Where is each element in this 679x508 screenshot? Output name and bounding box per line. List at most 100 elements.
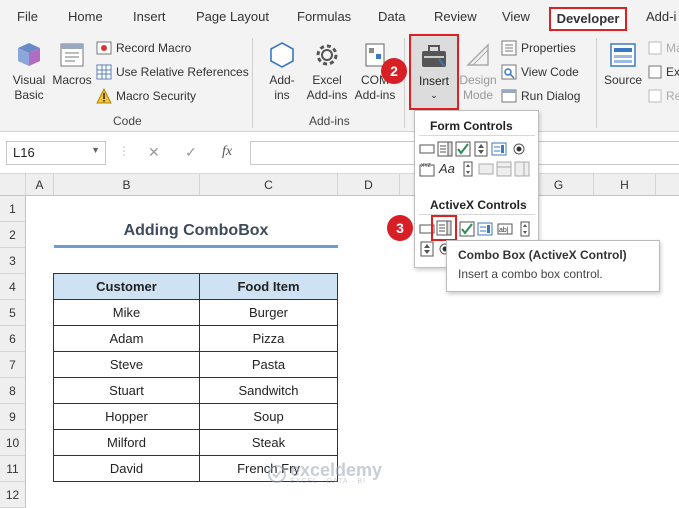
tab-addins[interactable]: Add-i bbox=[646, 9, 676, 24]
food-item-cell[interactable]: Pasta bbox=[199, 351, 338, 378]
tab-view[interactable]: View bbox=[502, 9, 530, 24]
excel-addins-label-2: Add-ins bbox=[306, 88, 348, 102]
customer-cell[interactable]: Mike bbox=[53, 299, 200, 326]
row-header-1[interactable]: 1 bbox=[0, 196, 26, 222]
name-box[interactable]: L16 ▼ bbox=[6, 141, 106, 165]
form-option-button-icon[interactable] bbox=[511, 141, 527, 157]
macros-icon bbox=[60, 43, 84, 67]
column-header-b[interactable]: B bbox=[54, 174, 200, 196]
activex-scroll-bar-icon[interactable] bbox=[517, 221, 533, 237]
form-button-icon[interactable] bbox=[419, 141, 435, 157]
activex-checkbox-icon[interactable] bbox=[459, 221, 475, 237]
enter-icon[interactable]: ✓ bbox=[185, 144, 197, 161]
insert-function-icon[interactable]: fx bbox=[222, 144, 232, 160]
gear-icon bbox=[316, 44, 338, 66]
customer-cell[interactable]: Hopper bbox=[53, 403, 200, 430]
insert-controls-button[interactable]: Insert ⌄ bbox=[409, 34, 459, 110]
food-item-cell[interactable]: Soup bbox=[199, 403, 338, 430]
column-header-a[interactable]: A bbox=[26, 174, 54, 196]
group-divider bbox=[404, 38, 405, 128]
formula-bar: L16 ▼ ⋮ ✕ ✓ fx bbox=[0, 132, 679, 174]
map-properties-button[interactable]: Ma bbox=[648, 37, 679, 59]
tab-file[interactable]: File bbox=[17, 9, 38, 24]
form-combo-box-icon[interactable] bbox=[437, 141, 453, 157]
addins-group-label: Add-ins bbox=[309, 114, 350, 128]
source-label: Source bbox=[603, 73, 643, 87]
tab-page-layout[interactable]: Page Layout bbox=[196, 9, 269, 24]
row-header-5[interactable]: 5 bbox=[0, 300, 26, 326]
form-spin-button-icon[interactable] bbox=[473, 141, 489, 157]
form-list-box-icon[interactable] bbox=[491, 141, 507, 157]
addins-label-2: ins bbox=[274, 88, 290, 102]
row-header-7[interactable]: 7 bbox=[0, 352, 26, 378]
tab-home[interactable]: Home bbox=[68, 9, 103, 24]
table-row: Milford Steak bbox=[53, 429, 338, 456]
row-header-10[interactable]: 10 bbox=[0, 430, 26, 456]
header-food-item[interactable]: Food Item bbox=[199, 273, 338, 300]
chevron-down-icon: ⌄ bbox=[430, 90, 438, 100]
excel-addins-button[interactable]: Excel Add-ins bbox=[304, 40, 350, 103]
form-group-box-icon[interactable]: XYZ bbox=[419, 161, 435, 177]
view-code-button[interactable]: View Code bbox=[501, 61, 579, 83]
export-button[interactable]: Exp bbox=[648, 61, 679, 83]
column-header-d[interactable]: D bbox=[338, 174, 400, 196]
use-relative-references-label: Use Relative References bbox=[116, 65, 249, 79]
food-item-cell[interactable]: Sandwitch bbox=[199, 377, 338, 404]
data-table: Customer Food Item Mike Burger Adam Pizz… bbox=[53, 273, 338, 482]
form-scroll-bar-icon[interactable] bbox=[460, 161, 476, 177]
form-checkbox-icon[interactable] bbox=[455, 141, 471, 157]
tab-insert[interactable]: Insert bbox=[133, 9, 166, 24]
food-item-cell[interactable]: Pizza bbox=[199, 325, 338, 352]
use-relative-references-button[interactable]: Use Relative References bbox=[96, 61, 249, 83]
column-header-c[interactable]: C bbox=[200, 174, 338, 196]
properties-button[interactable]: Properties bbox=[501, 37, 576, 59]
food-item-cell[interactable]: Burger bbox=[199, 299, 338, 326]
activex-list-box-icon[interactable] bbox=[477, 221, 493, 237]
tab-developer[interactable]: Developer bbox=[549, 7, 627, 31]
form-label-control[interactable]: Aa bbox=[439, 161, 455, 176]
tab-data[interactable]: Data bbox=[378, 9, 405, 24]
refresh-data-button[interactable]: Re bbox=[648, 85, 679, 107]
customer-cell[interactable]: Stuart bbox=[53, 377, 200, 404]
select-all-corner[interactable] bbox=[0, 174, 26, 196]
customer-cell[interactable]: David bbox=[53, 455, 200, 482]
form-combo-list-icon[interactable] bbox=[496, 161, 512, 177]
macros-button[interactable]: Macros bbox=[52, 40, 92, 88]
form-combo-dropdown-icon[interactable] bbox=[514, 161, 530, 177]
record-macro-button[interactable]: Record Macro bbox=[96, 37, 191, 59]
refresh-data-icon bbox=[648, 89, 662, 103]
tab-review[interactable]: Review bbox=[434, 9, 477, 24]
visual-basic-button[interactable]: Visual Basic bbox=[8, 40, 50, 103]
addins-button[interactable]: Add- ins bbox=[262, 40, 302, 103]
row-header-9[interactable]: 9 bbox=[0, 404, 26, 430]
row-header-11[interactable]: 11 bbox=[0, 456, 26, 482]
tab-formulas[interactable]: Formulas bbox=[297, 9, 351, 24]
source-button[interactable]: Source bbox=[601, 40, 645, 88]
activex-spin-button-icon[interactable] bbox=[419, 241, 435, 257]
toolbox-icon bbox=[422, 45, 446, 67]
food-item-cell[interactable]: Steak bbox=[199, 429, 338, 456]
chevron-down-icon[interactable]: ▼ bbox=[91, 145, 100, 155]
cancel-icon[interactable]: ✕ bbox=[148, 144, 160, 161]
row-header-12[interactable]: 12 bbox=[0, 482, 26, 508]
column-header-i[interactable] bbox=[656, 174, 679, 196]
customer-cell[interactable]: Adam bbox=[53, 325, 200, 352]
view-code-icon bbox=[501, 64, 517, 80]
form-text-field-icon[interactable] bbox=[478, 161, 494, 177]
customer-cell[interactable]: Milford bbox=[53, 429, 200, 456]
activex-text-box-icon[interactable]: ab| bbox=[497, 221, 513, 237]
customer-cell[interactable]: Steve bbox=[53, 351, 200, 378]
run-dialog-button[interactable]: Run Dialog bbox=[501, 85, 580, 107]
design-mode-button[interactable]: Design Mode bbox=[459, 40, 497, 103]
row-header-4[interactable]: 4 bbox=[0, 274, 26, 300]
tooltip-title: Combo Box (ActiveX Control) bbox=[458, 248, 627, 262]
macro-security-button[interactable]: Macro Security bbox=[96, 85, 196, 107]
row-header-2[interactable]: 2 bbox=[0, 222, 26, 248]
column-header-h[interactable]: H bbox=[594, 174, 656, 196]
row-header-3[interactable]: 3 bbox=[0, 248, 26, 274]
header-customer[interactable]: Customer bbox=[53, 273, 200, 300]
row-header-6[interactable]: 6 bbox=[0, 326, 26, 352]
table-row: Steve Pasta bbox=[53, 351, 338, 378]
activex-combo-box-button[interactable] bbox=[431, 215, 457, 241]
row-header-8[interactable]: 8 bbox=[0, 378, 26, 404]
